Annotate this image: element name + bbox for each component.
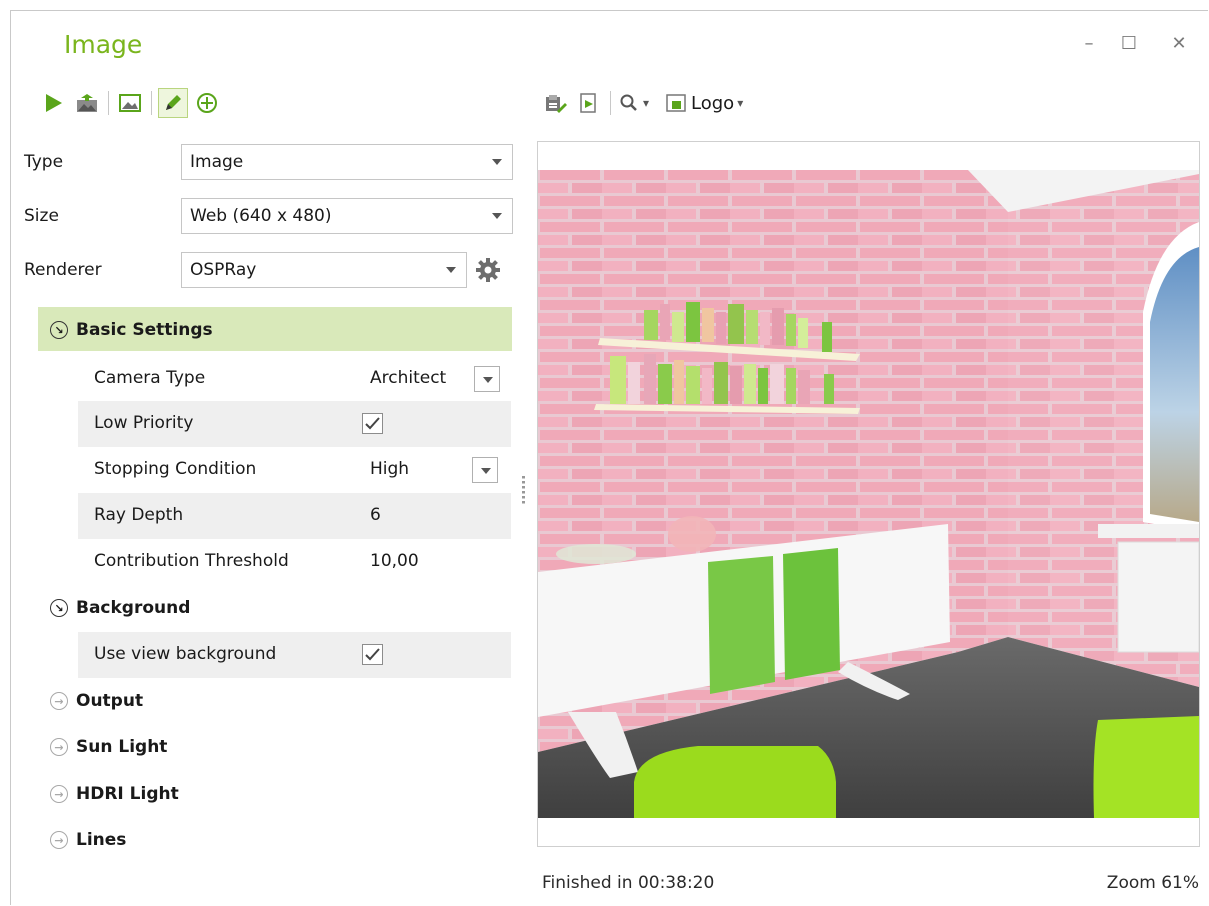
collapsed-arrow-icon: → (50, 831, 68, 849)
section-background-label: Background (76, 598, 191, 618)
toolbar-separator (108, 91, 109, 115)
camera-type-dropdown[interactable] (474, 366, 500, 392)
section-lines-label: Lines (76, 830, 127, 850)
viewer-toolbar: ▾ Logo ▾ (540, 88, 751, 118)
checkmark-icon (365, 417, 380, 430)
section-sun-light-label: Sun Light (76, 737, 168, 757)
logo-button[interactable]: Logo ▾ (661, 88, 747, 118)
stopping-condition-value[interactable]: High (370, 459, 409, 479)
toolbar-separator (610, 91, 611, 115)
collapsed-arrow-icon: → (50, 785, 68, 803)
chevron-down-icon (492, 159, 502, 165)
magnifier-icon (620, 94, 637, 111)
section-basic-settings-label: Basic Settings (76, 320, 213, 340)
play-icon (46, 94, 62, 112)
section-background[interactable]: ↘ Background (50, 598, 190, 618)
section-hdri-light[interactable]: → HDRI Light (50, 784, 179, 804)
type-value: Image (190, 152, 244, 172)
export-document-icon (580, 93, 596, 113)
logo-icon (666, 94, 686, 112)
property-ray-depth: Ray Depth 6 (78, 493, 511, 539)
ray-depth-value[interactable]: 6 (370, 505, 381, 525)
contribution-threshold-label: Contribution Threshold (94, 551, 289, 571)
section-basic-settings[interactable]: ↘ Basic Settings (50, 320, 213, 340)
export-document-button[interactable] (574, 88, 604, 118)
rendered-image (538, 142, 1199, 846)
stopping-condition-label: Stopping Condition (94, 459, 257, 479)
landscape-image-icon (119, 94, 141, 112)
renderer-settings-button[interactable] (475, 257, 501, 283)
window-title: Image (64, 30, 143, 59)
contribution-threshold-value[interactable]: 10,00 (370, 551, 419, 571)
section-hdri-light-label: HDRI Light (76, 784, 179, 804)
logo-label: Logo (691, 92, 735, 114)
render-toolbar (38, 88, 226, 118)
camera-type-label: Camera Type (94, 368, 206, 388)
expanded-arrow-icon: ↘ (50, 599, 68, 617)
renderer-label: Renderer (24, 260, 102, 280)
render-button[interactable] (38, 88, 68, 118)
logo-dropdown-icon: ▾ (737, 96, 744, 110)
maximize-button[interactable]: ☐ (1117, 32, 1141, 56)
render-status: Finished in 00:38:20 (542, 873, 715, 893)
zoom-level: Zoom 61% (1106, 873, 1199, 893)
add-button[interactable] (192, 88, 222, 118)
property-use-view-background: Use view background (78, 632, 511, 678)
property-contribution-threshold: Contribution Threshold 10,00 (78, 539, 511, 585)
export-image-button[interactable] (72, 88, 102, 118)
export-image-icon (77, 94, 97, 112)
type-label: Type (24, 152, 64, 172)
size-value: Web (640 x 480) (190, 206, 332, 226)
use-view-background-label: Use view background (94, 644, 277, 664)
stopping-condition-dropdown[interactable] (472, 457, 498, 483)
minimize-button[interactable]: – (1077, 32, 1101, 56)
low-priority-label: Low Priority (94, 413, 194, 433)
use-view-background-checkbox[interactable] (362, 644, 383, 665)
camera-type-value[interactable]: Architect (370, 368, 446, 388)
panel-splitter[interactable] (522, 476, 525, 506)
expanded-arrow-icon: ↘ (50, 321, 68, 339)
section-lines[interactable]: → Lines (50, 830, 126, 850)
zoom-button[interactable]: ▾ (617, 88, 651, 118)
property-low-priority: Low Priority (78, 401, 511, 447)
section-sun-light[interactable]: → Sun Light (50, 737, 167, 757)
gear-icon (476, 258, 500, 282)
chevron-down-icon (492, 213, 502, 219)
zoom-dropdown-icon: ▾ (643, 96, 650, 110)
pencil-icon (166, 95, 181, 110)
render-viewport[interactable] (537, 141, 1200, 847)
ray-depth-label: Ray Depth (94, 505, 184, 525)
toolbar-separator (151, 91, 152, 115)
property-stopping-condition: Stopping Condition High (78, 447, 511, 493)
type-select[interactable]: Image (181, 144, 513, 180)
renderer-select[interactable]: OSPRay (181, 252, 467, 288)
size-select[interactable]: Web (640 x 480) (181, 198, 513, 234)
renderer-value: OSPRay (190, 260, 257, 280)
property-camera-type: Camera Type Architect (78, 356, 511, 402)
collapsed-arrow-icon: → (50, 738, 68, 756)
size-label: Size (24, 206, 59, 226)
save-render-button[interactable] (540, 88, 570, 118)
collapsed-arrow-icon: → (50, 692, 68, 710)
section-output[interactable]: → Output (50, 691, 143, 711)
image-view-button[interactable] (115, 88, 145, 118)
save-document-icon (546, 95, 567, 113)
low-priority-checkbox[interactable] (362, 413, 383, 434)
add-circle-icon (197, 93, 217, 113)
chevron-down-icon (446, 267, 456, 273)
close-button[interactable]: ✕ (1167, 32, 1191, 56)
edit-button[interactable] (158, 88, 188, 118)
section-output-label: Output (76, 691, 144, 711)
checkmark-icon (365, 648, 380, 661)
